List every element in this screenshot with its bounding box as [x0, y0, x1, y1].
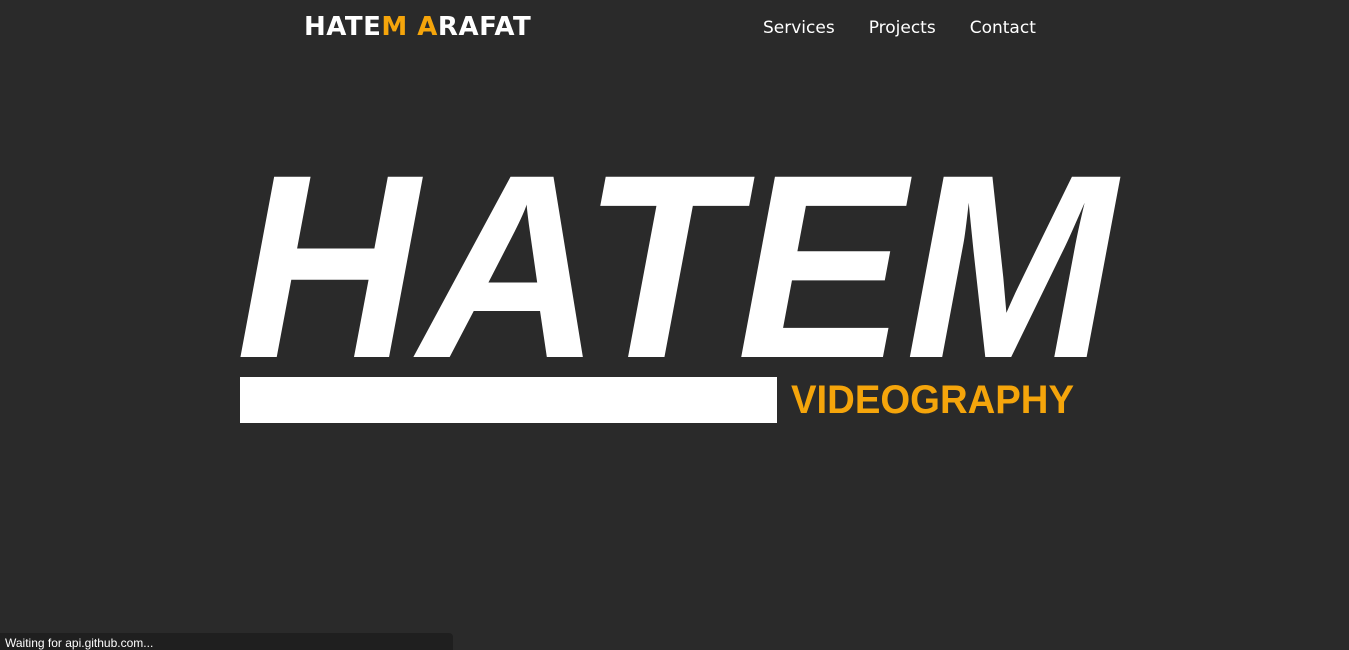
page: HATEM ARAFAT Services Projects Contact H…: [0, 0, 1349, 650]
hero-underline-bar: [240, 377, 777, 423]
browser-status-bar: Waiting for api.github.com...: [0, 633, 453, 650]
hero-title: HATEM: [236, 120, 1123, 413]
hero-subtitle: VIDEOGRAPHY: [791, 378, 1074, 422]
hero-logo: HATEM VIDEOGRAPHY: [236, 120, 1123, 423]
status-text: Waiting for api.github.com...: [5, 636, 154, 650]
